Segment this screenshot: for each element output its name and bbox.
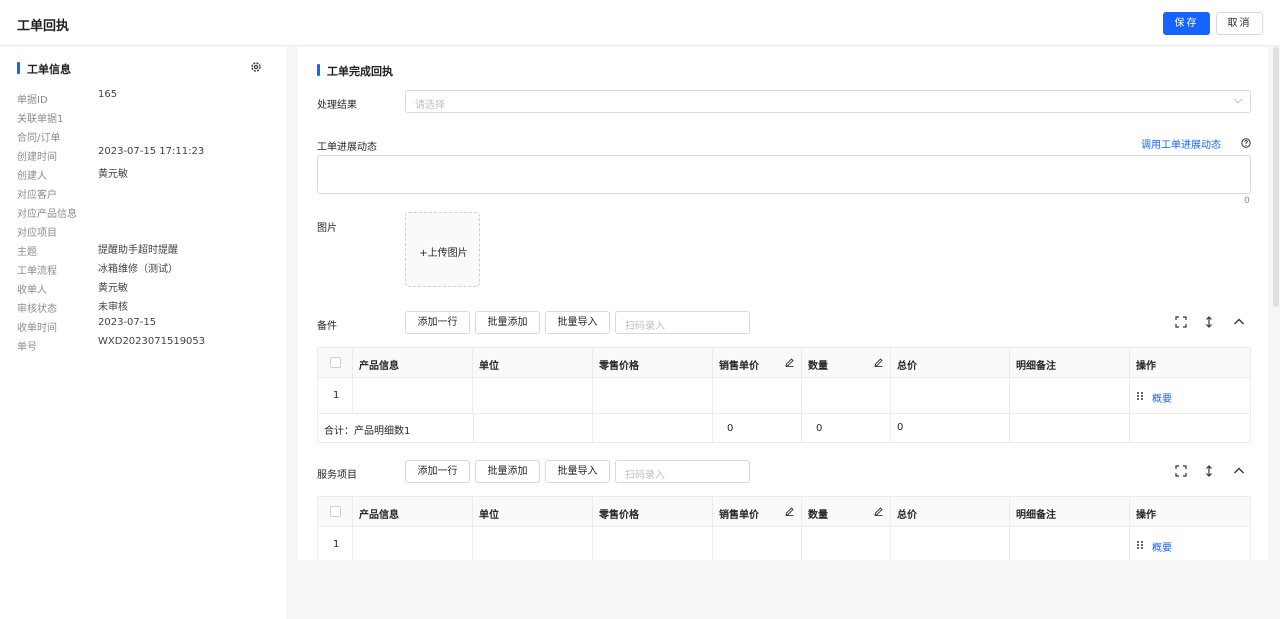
table-header-row: 产品信息 单位 零售价格 销售单价 数量 总价 明细备注 操作 xyxy=(318,497,1250,527)
service-items-label: 服务项目 xyxy=(317,470,357,481)
info-row: 收单时间 2023-07-15 xyxy=(17,317,157,334)
completion-receipt-panel: 工单完成回执 处理结果 请选择 工单进展动态 调用工单进展动态 0 图片 +上传… xyxy=(298,47,1268,561)
table-total-row: 合计：产品明细数1 0 0 0 xyxy=(318,414,1250,442)
column-header: 明细备注 xyxy=(1016,510,1056,521)
fullscreen-icon[interactable] xyxy=(1175,316,1187,328)
drag-handle-icon[interactable] xyxy=(1136,540,1144,550)
info-row: 创建人 黄元敏 xyxy=(17,169,128,182)
drag-handle-icon[interactable] xyxy=(1136,391,1144,401)
save-button[interactable]: 保存 xyxy=(1163,12,1210,35)
info-row: 合同/订单 xyxy=(17,133,61,144)
add-row-button[interactable]: 添加一行 xyxy=(405,460,470,483)
info-row: 对应客户 xyxy=(17,190,57,201)
batch-add-button[interactable]: 批量添加 xyxy=(475,311,540,334)
progress-label: 工单进展动态 xyxy=(317,142,377,153)
progress-textarea[interactable] xyxy=(317,155,1251,194)
collapse-icon[interactable] xyxy=(1233,316,1245,328)
column-header: 数量 xyxy=(808,510,828,521)
upload-image-button[interactable]: +上传图片 xyxy=(405,212,480,287)
row-index: 1 xyxy=(333,390,340,401)
page-title: 工单回执 xyxy=(17,19,70,34)
table-header-row: 产品信息 单位 零售价格 销售单价 数量 总价 明细备注 操作 xyxy=(318,348,1250,378)
info-row: 对应项目 xyxy=(17,228,57,239)
total-sale-price: 0 xyxy=(727,423,734,434)
edit-icon[interactable] xyxy=(785,507,794,516)
service-items-table: 产品信息 单位 零售价格 销售单价 数量 总价 明细备注 操作 1 概要 xyxy=(317,496,1251,561)
column-header: 产品信息 xyxy=(359,361,399,372)
edit-icon[interactable] xyxy=(785,358,794,367)
column-header: 产品信息 xyxy=(359,510,399,521)
column-header: 单位 xyxy=(479,510,499,521)
column-header: 明细备注 xyxy=(1016,361,1056,372)
edit-icon[interactable] xyxy=(874,358,883,367)
select-all-checkbox[interactable] xyxy=(330,506,341,517)
page-header: 工单回执 保存 取消 xyxy=(0,0,1280,46)
column-header: 数量 xyxy=(808,361,828,372)
summary-link[interactable]: 概要 xyxy=(1152,539,1172,554)
row-index: 1 xyxy=(333,539,340,550)
result-select[interactable]: 请选择 xyxy=(405,90,1251,113)
table-row: 1 概要 xyxy=(318,527,1250,561)
upload-label: +上传图片 xyxy=(419,248,468,259)
result-placeholder: 请选择 xyxy=(415,100,445,111)
info-row: 审核状态 未审核 xyxy=(17,302,128,315)
info-row: 创建时间 2023-07-15 17:11:23 xyxy=(17,146,205,163)
total-quantity: 0 xyxy=(816,423,823,434)
select-all-checkbox[interactable] xyxy=(330,357,341,368)
load-progress-link[interactable]: 调用工单进展动态 xyxy=(1141,136,1221,151)
work-order-info-title: 工单信息 xyxy=(17,61,71,77)
char-counter: 0 xyxy=(1244,196,1250,206)
info-row: 单号 WXD2023071519053 xyxy=(17,336,206,353)
batch-import-button[interactable]: 批量导入 xyxy=(545,460,610,483)
spare-parts-table: 产品信息 单位 零售价格 销售单价 数量 总价 明细备注 操作 1 概要 合计：… xyxy=(317,347,1251,443)
info-row: 对应产品信息 xyxy=(17,209,77,220)
cancel-button[interactable]: 取消 xyxy=(1216,12,1263,35)
help-icon[interactable] xyxy=(1241,138,1251,148)
batch-import-button[interactable]: 批量导入 xyxy=(545,311,610,334)
total-label: 合计：产品明细数1 xyxy=(324,426,411,437)
gear-icon[interactable] xyxy=(250,61,262,73)
column-header: 总价 xyxy=(897,510,917,521)
add-row-button[interactable]: 添加一行 xyxy=(405,311,470,334)
column-header: 销售单价 xyxy=(719,510,759,521)
scan-placeholder: 扫码录入 xyxy=(625,321,665,332)
info-row: 工单流程 冰箱维修（测试） xyxy=(17,264,178,277)
table-row: 1 概要 xyxy=(318,378,1250,414)
result-label: 处理结果 xyxy=(317,100,357,111)
scan-placeholder: 扫码录入 xyxy=(625,470,665,481)
info-row: 关联单据1 xyxy=(17,114,64,125)
vertical-scrollbar[interactable] xyxy=(1273,47,1279,307)
chevron-down-icon xyxy=(1233,98,1243,104)
column-header: 总价 xyxy=(897,361,917,372)
info-row: 收单人 黄元敏 xyxy=(17,283,128,296)
row-height-icon[interactable] xyxy=(1203,465,1215,477)
info-row: 主题 提醒助手超时提醒 xyxy=(17,245,178,258)
row-height-icon[interactable] xyxy=(1203,316,1215,328)
completion-receipt-title: 工单完成回执 xyxy=(317,63,393,79)
scan-input[interactable]: 扫码录入 xyxy=(615,311,750,334)
spare-parts-label: 备件 xyxy=(317,321,337,332)
column-header: 零售价格 xyxy=(599,510,639,521)
scan-input[interactable]: 扫码录入 xyxy=(615,460,750,483)
column-header: 销售单价 xyxy=(719,361,759,372)
column-header: 单位 xyxy=(479,361,499,372)
collapse-icon[interactable] xyxy=(1233,465,1245,477)
info-row: 单据ID 165 xyxy=(17,89,118,106)
edit-icon[interactable] xyxy=(874,507,883,516)
batch-add-button[interactable]: 批量添加 xyxy=(475,460,540,483)
total-amount: 0 xyxy=(897,422,904,433)
column-header: 操作 xyxy=(1136,510,1156,521)
column-header: 零售价格 xyxy=(599,361,639,372)
image-label: 图片 xyxy=(317,223,337,234)
fullscreen-icon[interactable] xyxy=(1175,465,1187,477)
column-header: 操作 xyxy=(1136,361,1156,372)
work-order-info-panel: 工单信息 单据ID 165 关联单据1 合同/订单 创建时间 2023-07-15 … xyxy=(0,47,286,619)
summary-link[interactable]: 概要 xyxy=(1152,390,1172,405)
